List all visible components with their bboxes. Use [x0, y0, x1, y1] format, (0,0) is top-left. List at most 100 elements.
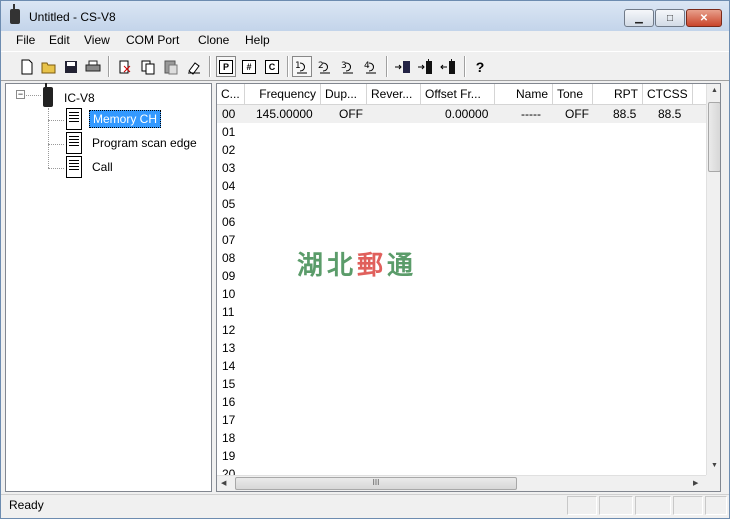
p-mode-icon: P	[219, 59, 233, 74]
collapse-toggle-icon[interactable]: −	[16, 90, 25, 99]
vertical-scrollbar[interactable]: ▲ ▼	[706, 84, 720, 476]
table-row[interactable]: 18	[217, 429, 707, 447]
column-header-frequency[interactable]: Frequency	[245, 84, 321, 105]
hash-mode-icon: #	[242, 59, 256, 74]
table-row[interactable]: 13	[217, 339, 707, 357]
tree-pane: − IC-V8 Memory CH Program scan edge Call	[5, 83, 212, 492]
table-row[interactable]: 06	[217, 213, 707, 231]
scrollbar-corner	[706, 475, 720, 491]
column-header-ctcss[interactable]: CTCSS	[643, 84, 693, 105]
table-row[interactable]: 10	[217, 285, 707, 303]
list-mode-2-button[interactable]: 2	[315, 56, 335, 77]
svg-text:2: 2	[318, 61, 324, 71]
column-header-duplex[interactable]: Dup...	[321, 84, 367, 105]
cell-name: -----	[521, 107, 541, 121]
column-header-name[interactable]: Name	[495, 84, 553, 105]
cell-channel: 17	[222, 413, 236, 427]
new-button[interactable]	[17, 56, 37, 77]
maximize-button[interactable]: □	[655, 9, 685, 27]
tree-connector	[48, 120, 64, 121]
open-button[interactable]	[39, 56, 59, 77]
horizontal-scroll-thumb[interactable]: III	[235, 477, 517, 490]
memory-list: C... Frequency Dup... Rever... Offset Fr…	[216, 83, 721, 492]
column-header-channel[interactable]: C...	[217, 84, 245, 105]
watermark-char: 通	[387, 251, 418, 281]
table-row[interactable]: 03	[217, 159, 707, 177]
table-row[interactable]: 08	[217, 249, 707, 267]
menu-file[interactable]: File	[15, 33, 36, 47]
table-row[interactable]: 11	[217, 303, 707, 321]
table-row[interactable]: 00 145.00000 OFF 0.00000 ----- OFF 88.5 …	[217, 105, 707, 123]
list-mode-4-button[interactable]: 4	[361, 56, 381, 77]
program-scan-view-button[interactable]: #	[239, 56, 259, 77]
window-title: Untitled - CS-V8	[29, 10, 116, 24]
cell-channel: 01	[222, 125, 236, 139]
menu-clone[interactable]: Clone	[197, 33, 230, 47]
copy-button[interactable]	[138, 56, 158, 77]
cut-button[interactable]	[115, 56, 135, 77]
menu-help[interactable]: Help	[244, 33, 271, 47]
table-row[interactable]: 17	[217, 411, 707, 429]
column-header-rpt[interactable]: RPT	[593, 84, 643, 105]
close-button[interactable]: ✕	[686, 9, 722, 27]
memory-channel-view-button[interactable]: P	[216, 56, 236, 77]
tree-connector	[48, 168, 64, 169]
scroll-left-arrow-icon[interactable]: ◀	[221, 479, 226, 487]
printer-icon	[85, 60, 101, 71]
table-row[interactable]: 07	[217, 231, 707, 249]
table-row[interactable]: 01	[217, 123, 707, 141]
table-row[interactable]: 14	[217, 357, 707, 375]
table-row[interactable]: 02	[217, 141, 707, 159]
tree-item-call[interactable]: Call	[89, 159, 116, 175]
tree-item-program-scan-edge[interactable]: Program scan edge	[89, 135, 200, 151]
save-button[interactable]	[61, 56, 81, 77]
menu-edit[interactable]: Edit	[48, 33, 71, 47]
radio-app-icon[interactable]	[10, 4, 20, 24]
scroll-up-arrow-icon[interactable]: ▲	[711, 87, 718, 94]
cell-rpt: 88.5	[613, 107, 637, 121]
list-mode-3-button[interactable]: 3	[338, 56, 358, 77]
tree-root-label[interactable]: IC-V8	[64, 91, 95, 105]
program-scan-document-icon	[66, 132, 82, 154]
column-header-reverse[interactable]: Rever...	[367, 84, 421, 105]
cell-channel: 09	[222, 269, 236, 283]
column-header-tone[interactable]: Tone	[553, 84, 593, 105]
call-view-button[interactable]: C	[262, 56, 282, 77]
clear-button[interactable]	[184, 56, 204, 77]
table-row[interactable]: 09	[217, 267, 707, 285]
minimize-button[interactable]: ▁	[624, 9, 654, 27]
table-row[interactable]: 12	[217, 321, 707, 339]
table-row[interactable]: 16	[217, 393, 707, 411]
table-row[interactable]: 04	[217, 177, 707, 195]
maximize-icon: □	[666, 12, 674, 24]
read-from-radio-button[interactable]	[416, 56, 436, 77]
tree-root: −	[16, 90, 25, 99]
column-header-row: C... Frequency Dup... Rever... Offset Fr…	[217, 84, 707, 105]
horizontal-scrollbar[interactable]: ◀ III ▶	[217, 475, 706, 491]
clone-button[interactable]	[439, 56, 459, 77]
scroll-down-arrow-icon[interactable]: ▼	[711, 462, 718, 469]
paste-button[interactable]	[161, 56, 181, 77]
table-row[interactable]: 15	[217, 375, 707, 393]
cell-channel: 10	[222, 287, 236, 301]
tree-connector	[26, 95, 41, 96]
cell-channel: 18	[222, 431, 236, 445]
svg-text:4: 4	[364, 61, 370, 71]
menu-view[interactable]: View	[83, 33, 111, 47]
paste-icon	[164, 60, 178, 74]
vertical-scroll-thumb[interactable]	[708, 102, 720, 172]
cell-channel: 16	[222, 395, 236, 409]
cell-tone: OFF	[565, 107, 589, 121]
menu-com-port[interactable]: COM Port	[125, 33, 180, 47]
print-button[interactable]	[83, 56, 103, 77]
write-to-radio-button[interactable]	[393, 56, 413, 77]
table-row[interactable]: 05	[217, 195, 707, 213]
column-header-offset[interactable]: Offset Fr...	[421, 84, 495, 105]
scroll-right-arrow-icon[interactable]: ▶	[693, 479, 698, 487]
watermark: 湖北郵通	[297, 245, 417, 282]
cell-channel: 12	[222, 323, 236, 337]
tree-item-memory-ch[interactable]: Memory CH	[89, 110, 162, 128]
help-button[interactable]: ?	[470, 56, 490, 77]
list-mode-1-button[interactable]: 1	[292, 56, 312, 77]
table-row[interactable]: 19	[217, 447, 707, 465]
